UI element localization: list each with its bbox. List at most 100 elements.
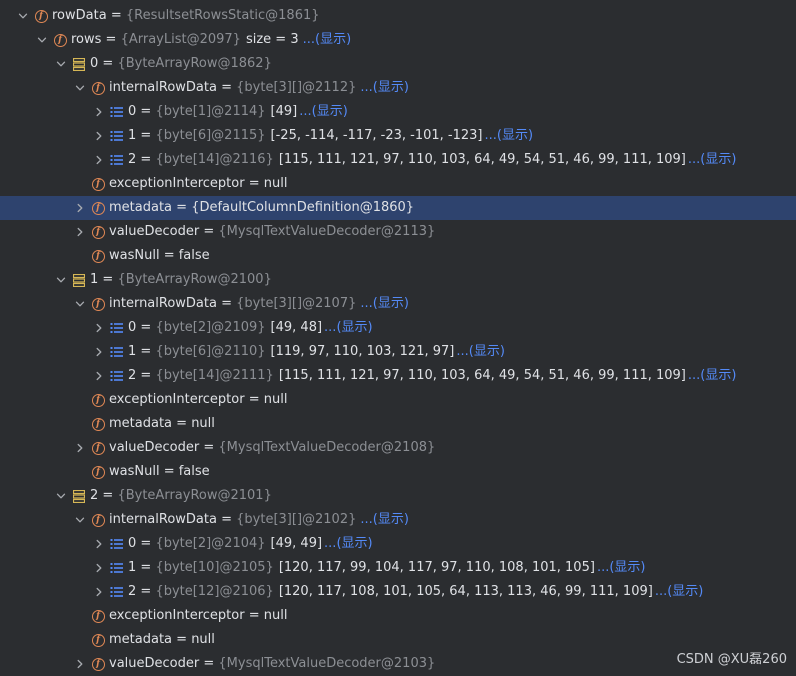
tree-row[interactable]: f metadata = null xyxy=(0,412,796,436)
variable-name: valueDecoder xyxy=(109,656,200,671)
chevron-down-icon[interactable] xyxy=(72,508,88,532)
chevron-down-icon[interactable] xyxy=(53,484,69,508)
variable-value: null xyxy=(263,176,288,191)
chevron-down-icon[interactable] xyxy=(34,28,50,52)
tree-row[interactable]: 0 = {ByteArrayRow@1862} xyxy=(0,52,796,76)
chevron-right-icon[interactable] xyxy=(91,532,107,556)
tree-row[interactable]: f internalRowData = {byte[3][]@2107} ...(显… xyxy=(0,292,796,316)
variable-value: [49, 49] xyxy=(270,536,323,551)
variable-name: exceptionInterceptor xyxy=(109,608,245,623)
object-reference: {byte[14]@2116} xyxy=(155,152,274,167)
chevron-right-icon[interactable] xyxy=(72,436,88,460)
object-reference: {byte[12]@2106} xyxy=(155,584,274,599)
chevron-down-icon[interactable] xyxy=(15,4,31,28)
field-icon: f xyxy=(90,412,106,436)
show-value-link[interactable]: ...(显示) xyxy=(688,364,737,388)
variable-name: 1 xyxy=(128,344,137,359)
chevron-right-icon[interactable] xyxy=(91,580,107,604)
equals-sign: = xyxy=(172,632,192,647)
field-icon: f xyxy=(90,244,106,268)
chevron-down-icon[interactable] xyxy=(72,292,88,316)
variable-name: exceptionInterceptor xyxy=(109,392,245,407)
show-value-link[interactable]: ...(显示) xyxy=(324,532,373,556)
array-icon xyxy=(109,316,125,340)
chevron-right-icon[interactable] xyxy=(91,148,107,172)
equals-sign: = xyxy=(172,416,192,431)
tree-row[interactable]: 2 = {ByteArrayRow@2101} xyxy=(0,484,796,508)
show-value-link[interactable]: ...(显示) xyxy=(688,148,737,172)
show-value-link[interactable]: ...(显示) xyxy=(597,556,646,580)
tree-row[interactable]: f exceptionInterceptor = null xyxy=(0,388,796,412)
equals-sign: = xyxy=(136,560,156,575)
variable-name: 2 xyxy=(128,584,137,599)
debugger-variables-tree: f rowData = {ResultsetRowsStatic@1861} f ro… xyxy=(0,4,796,676)
chevron-right-icon[interactable] xyxy=(91,100,107,124)
tree-row[interactable]: 2 = {byte[12]@2106} [120, 117, 108, 101, … xyxy=(0,580,796,604)
tree-row[interactable]: f rows = {ArrayList@2097} size = 3 ...(显示) xyxy=(0,28,796,52)
tree-row[interactable]: f internalRowData = {byte[3][]@2112} ...(显… xyxy=(0,76,796,100)
tree-row[interactable]: 0 = {byte[1]@2114} [49] ...(显示) xyxy=(0,100,796,124)
object-reference: {byte[6]@2115} xyxy=(155,128,266,143)
variable-name: metadata xyxy=(109,416,173,431)
chevron-down-icon[interactable] xyxy=(72,76,88,100)
show-value-link[interactable]: ...(显示) xyxy=(360,292,409,316)
tree-row[interactable]: f wasNull = false xyxy=(0,244,796,268)
tree-row[interactable]: 0 = {byte[2]@2104} [49, 49] ...(显示) xyxy=(0,532,796,556)
show-value-link[interactable]: ...(显示) xyxy=(299,100,348,124)
equals-sign: = xyxy=(244,608,264,623)
tree-row[interactable]: f rowData = {ResultsetRowsStatic@1861} xyxy=(0,4,796,28)
tree-row[interactable]: 2 = {byte[14]@2116} [115, 111, 121, 97, 1… xyxy=(0,148,796,172)
chevron-right-icon[interactable] xyxy=(72,652,88,676)
equals-sign: = xyxy=(136,368,156,383)
tree-row[interactable]: f wasNull = false xyxy=(0,460,796,484)
field-icon: f xyxy=(90,388,106,412)
chevron-right-icon[interactable] xyxy=(72,220,88,244)
equals-sign: = xyxy=(172,200,192,215)
show-value-link[interactable]: ...(显示) xyxy=(360,76,409,100)
tree-row[interactable]: 1 = {byte[6]@2110} [119, 97, 110, 103, 12… xyxy=(0,340,796,364)
variable-name: metadata xyxy=(109,200,173,215)
tree-row[interactable]: f metadata = {DefaultColumnDefinition@186… xyxy=(0,196,796,220)
equals-sign: = xyxy=(136,344,156,359)
field-icon: f xyxy=(90,508,106,532)
chevron-right-icon[interactable] xyxy=(72,196,88,220)
variable-value: false xyxy=(178,248,210,263)
variable-value: null xyxy=(191,416,215,431)
variable-value: [120, 117, 108, 101, 105, 64, 113, 113, … xyxy=(278,584,653,599)
variable-value: false xyxy=(178,464,210,479)
show-value-link[interactable]: ...(显示) xyxy=(303,28,352,52)
tree-row[interactable]: f internalRowData = {byte[3][]@2102} ...(显… xyxy=(0,508,796,532)
object-reference: {byte[3][]@2112} xyxy=(236,80,357,95)
chevron-down-icon[interactable] xyxy=(53,52,69,76)
array-icon xyxy=(109,556,125,580)
tree-row[interactable]: f exceptionInterceptor = null xyxy=(0,172,796,196)
show-value-link[interactable]: ...(显示) xyxy=(485,124,534,148)
object-reference: {MysqlTextValueDecoder@2113} xyxy=(218,224,436,239)
tree-row[interactable]: f valueDecoder = {MysqlTextValueDecoder@2… xyxy=(0,220,796,244)
chevron-down-icon[interactable] xyxy=(53,268,69,292)
tree-row[interactable]: 1 = {byte[10]@2105} [120, 117, 99, 104, 1… xyxy=(0,556,796,580)
tree-row[interactable]: 2 = {byte[14]@2111} [115, 111, 121, 97, 1… xyxy=(0,364,796,388)
equals-sign: = xyxy=(159,248,179,263)
chevron-right-icon[interactable] xyxy=(91,364,107,388)
tree-row[interactable]: f exceptionInterceptor = null xyxy=(0,604,796,628)
show-value-link[interactable]: ...(显示) xyxy=(456,340,505,364)
show-value-link[interactable]: ...(显示) xyxy=(655,580,704,604)
field-icon: f xyxy=(90,436,106,460)
chevron-right-icon[interactable] xyxy=(91,556,107,580)
show-value-link[interactable]: ...(显示) xyxy=(324,316,373,340)
tree-row[interactable]: 1 = {ByteArrayRow@2100} xyxy=(0,268,796,292)
chevron-right-icon[interactable] xyxy=(91,340,107,364)
chevron-right-icon[interactable] xyxy=(91,124,107,148)
equals-sign: = xyxy=(98,56,118,71)
variable-name: internalRowData xyxy=(109,512,217,527)
tree-row[interactable]: 0 = {byte[2]@2109} [49, 48] ...(显示) xyxy=(0,316,796,340)
tree-row[interactable]: 1 = {byte[6]@2115} [-25, -114, -117, -23,… xyxy=(0,124,796,148)
object-reference: {MysqlTextValueDecoder@2108} xyxy=(218,440,436,455)
variable-name: 2 xyxy=(128,368,137,383)
object-reference: {ByteArrayRow@2101} xyxy=(117,488,272,503)
tree-row[interactable]: f valueDecoder = {MysqlTextValueDecoder@2… xyxy=(0,436,796,460)
variable-name: internalRowData xyxy=(109,296,217,311)
show-value-link[interactable]: ...(显示) xyxy=(360,508,409,532)
chevron-right-icon[interactable] xyxy=(91,316,107,340)
